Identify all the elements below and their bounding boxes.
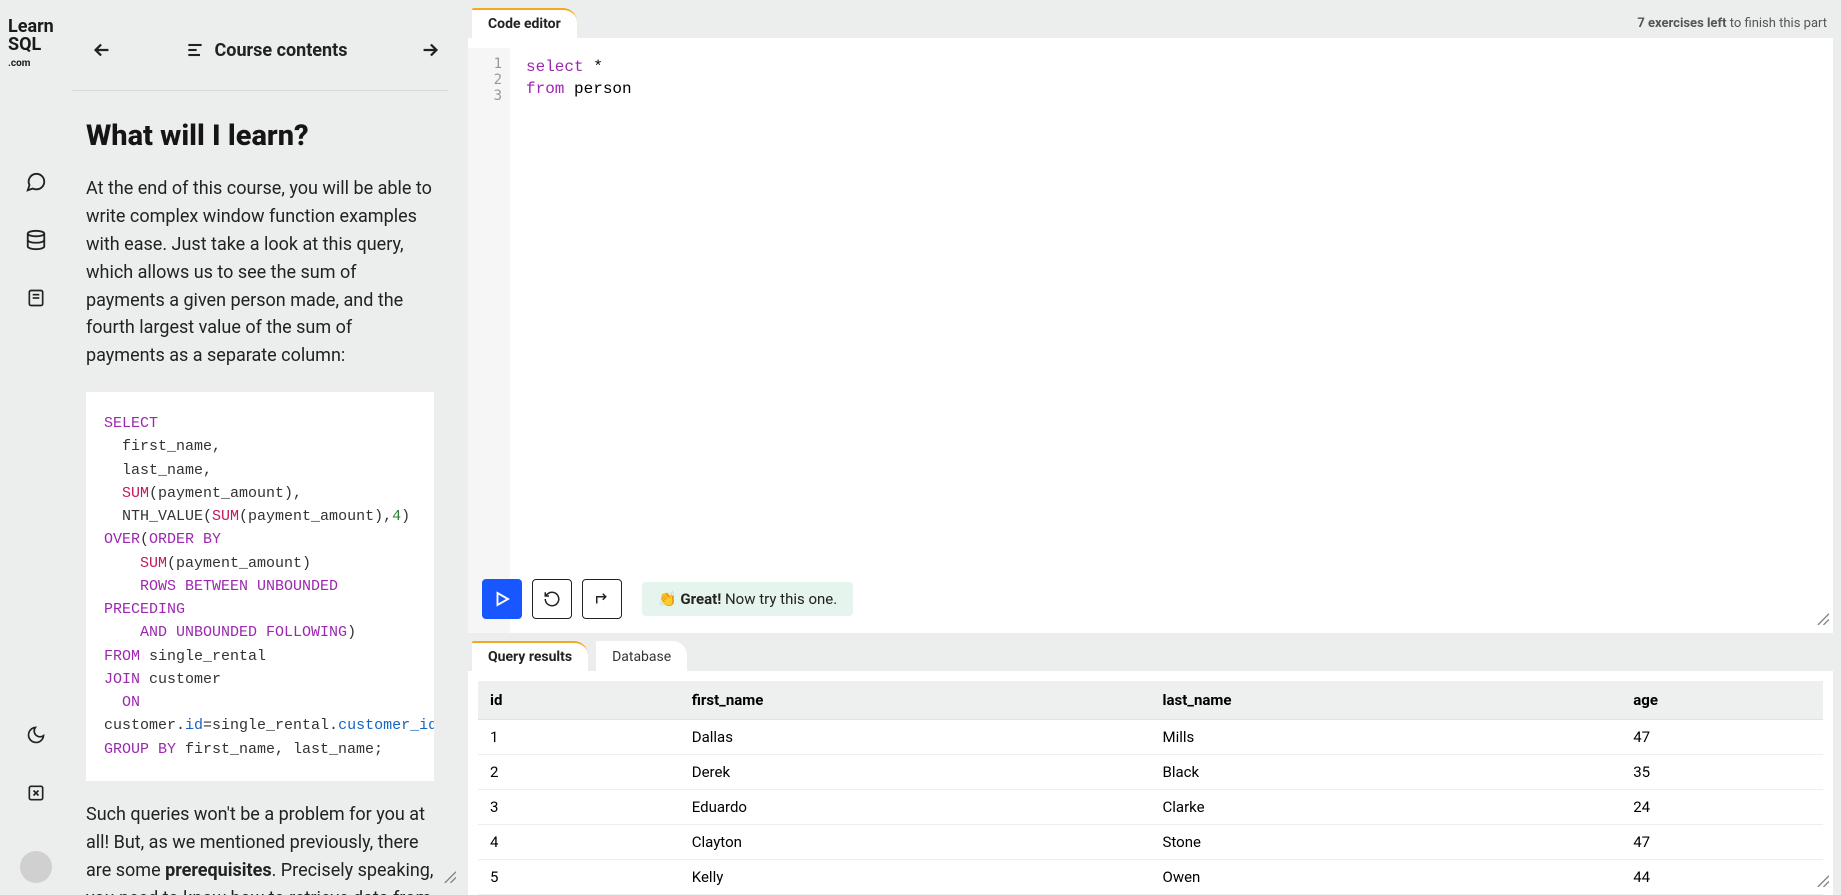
- table-cell: Mills: [1151, 720, 1622, 755]
- code-sample: SELECT first_name, last_name, SUM(paymen…: [86, 392, 434, 781]
- fullscreen-icon[interactable]: [16, 773, 56, 813]
- results-tabs: Query results Database: [468, 641, 1833, 671]
- lesson-body: What will I learn? At the end of this co…: [72, 119, 448, 895]
- course-contents-button[interactable]: Course contents: [120, 40, 412, 61]
- table-cell: 44: [1621, 860, 1823, 895]
- editor-top-row: Code editor 7 exercises left to finish t…: [468, 8, 1833, 38]
- table-cell: 5: [478, 860, 680, 895]
- col-id: id: [478, 681, 680, 720]
- editor-controls: 👏 Great! Now try this one.: [482, 579, 853, 619]
- col-first-name: first_name: [680, 681, 1151, 720]
- play-icon: [493, 590, 511, 608]
- lesson-paragraph-1: At the end of this course, you will be a…: [86, 175, 434, 370]
- tab-database[interactable]: Database: [596, 641, 687, 671]
- table-row: 3EduardoClarke24: [478, 790, 1823, 825]
- course-contents-label: Course contents: [215, 40, 348, 61]
- table-cell: 35: [1621, 755, 1823, 790]
- editor-content[interactable]: select * from person: [518, 48, 632, 633]
- notes-icon[interactable]: [16, 278, 56, 318]
- table-cell: 4: [478, 825, 680, 860]
- arrow-right-turn-icon: [593, 590, 611, 608]
- col-last-name: last_name: [1151, 681, 1622, 720]
- exercises-left: 7 exercises left to finish this part: [1637, 16, 1827, 31]
- table-row: 5KellyOwen44: [478, 860, 1823, 895]
- lesson-panel: Course contents What will I learn? At th…: [72, 0, 460, 895]
- logo-suffix: .com: [8, 58, 30, 69]
- resize-handle-icon[interactable]: [1815, 873, 1829, 891]
- database-icon[interactable]: [16, 220, 56, 260]
- run-button[interactable]: [482, 579, 522, 619]
- table-cell: Kelly: [680, 860, 1151, 895]
- table-row: 4ClaytonStone47: [478, 825, 1823, 860]
- table-cell: Clarke: [1151, 790, 1622, 825]
- lesson-paragraph-2: Such queries won't be a problem for you …: [86, 801, 434, 895]
- table-cell: 1: [478, 720, 680, 755]
- table-cell: 2: [478, 755, 680, 790]
- icon-rail: Learn SQL .com: [0, 0, 72, 895]
- prev-button[interactable]: [84, 32, 120, 68]
- reset-button[interactable]: [532, 579, 572, 619]
- avatar[interactable]: [20, 851, 52, 883]
- table-row: 2DerekBlack35: [478, 755, 1823, 790]
- undo-icon: [543, 590, 561, 608]
- next-button[interactable]: [412, 32, 448, 68]
- logo: Learn SQL .com: [8, 18, 64, 72]
- table-cell: 47: [1621, 720, 1823, 755]
- resize-handle-icon[interactable]: [1815, 611, 1829, 629]
- table-cell: 24: [1621, 790, 1823, 825]
- table-cell: Owen: [1151, 860, 1622, 895]
- editor-gutter: 1 2 3: [468, 48, 510, 633]
- lesson-header: Course contents: [72, 20, 448, 91]
- list-icon: [185, 40, 205, 60]
- feedback-message: 👏 Great! Now try this one.: [642, 582, 853, 616]
- table-cell: 47: [1621, 825, 1823, 860]
- table-cell: Black: [1151, 755, 1622, 790]
- chat-icon[interactable]: [16, 162, 56, 202]
- table-row: 1DallasMills47: [478, 720, 1823, 755]
- col-age: age: [1621, 681, 1823, 720]
- table-cell: Dallas: [680, 720, 1151, 755]
- share-button[interactable]: [582, 579, 622, 619]
- table-cell: Derek: [680, 755, 1151, 790]
- tab-query-results[interactable]: Query results: [472, 641, 588, 671]
- table-cell: 3: [478, 790, 680, 825]
- lesson-title: What will I learn?: [86, 119, 434, 153]
- table-cell: Clayton: [680, 825, 1151, 860]
- tab-code-editor[interactable]: Code editor: [472, 8, 577, 38]
- table-cell: Stone: [1151, 825, 1622, 860]
- work-area: Code editor 7 exercises left to finish t…: [460, 0, 1841, 895]
- dark-mode-icon[interactable]: [16, 715, 56, 755]
- resize-handle-icon[interactable]: [442, 868, 456, 887]
- table-cell: Eduardo: [680, 790, 1151, 825]
- results-table: id first_name last_name age 1DallasMills…: [478, 681, 1823, 895]
- code-editor[interactable]: 1 2 3 select * from person 👏 Great! Now …: [468, 38, 1833, 633]
- results-box: id first_name last_name age 1DallasMills…: [468, 671, 1833, 895]
